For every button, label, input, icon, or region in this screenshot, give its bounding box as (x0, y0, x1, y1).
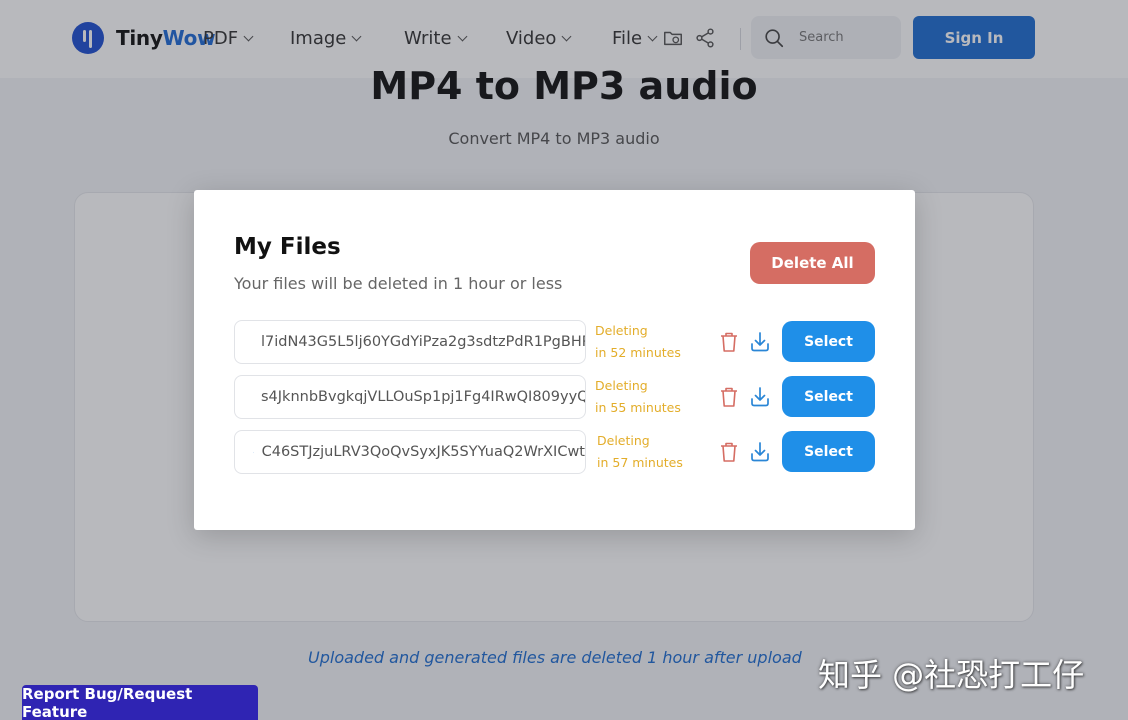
file-name: s4JknnbBvgkqjVLLOuSp1pj1Fg4IRwQI809yyQ5 (261, 389, 586, 405)
select-button[interactable]: Select (782, 321, 875, 362)
download-icon[interactable] (749, 441, 771, 463)
download-icon[interactable] (749, 331, 771, 353)
select-button[interactable]: Select (782, 376, 875, 417)
modal-subtitle: Your files will be deleted in 1 hour or … (234, 274, 563, 293)
report-bug-button[interactable]: Report Bug/Request Feature (22, 685, 258, 720)
file-name: C46STJzjuLRV3QoQvSyxJK5SYYuaQ2WrXICwt (261, 444, 585, 460)
watermark: 知乎 @社恐打工仔 (818, 656, 1085, 694)
file-name-box: C46STJzjuLRV3QoQvSyxJK5SYYuaQ2WrXICwt (234, 430, 586, 474)
trash-icon[interactable] (719, 441, 739, 463)
file-row: s4JknnbBvgkqjVLLOuSp1pj1Fg4IRwQI809yyQ5 … (234, 375, 875, 419)
trash-icon[interactable] (719, 331, 739, 353)
modal-title: My Files (234, 234, 341, 260)
select-button[interactable]: Select (782, 431, 875, 472)
deletion-status: Deleting in 55 minutes (595, 378, 681, 415)
file-row: C46STJzjuLRV3QoQvSyxJK5SYYuaQ2WrXICwt De… (234, 430, 875, 474)
my-files-modal: My Files Your files will be deleted in 1… (194, 190, 915, 530)
document-icon (253, 451, 254, 453)
download-icon[interactable] (749, 386, 771, 408)
file-row: l7idN43G5L5lj60YGdYiPza2g3sdtzPdR1PgBHRG… (234, 320, 875, 364)
delete-all-button[interactable]: Delete All (750, 242, 875, 284)
trash-icon[interactable] (719, 386, 739, 408)
file-name-box: s4JknnbBvgkqjVLLOuSp1pj1Fg4IRwQI809yyQ5 (234, 375, 586, 419)
deletion-status: Deleting in 52 minutes (595, 323, 681, 360)
deletion-status: Deleting in 57 minutes (597, 433, 683, 470)
file-name: l7idN43G5L5lj60YGdYiPza2g3sdtzPdR1PgBHRG (261, 334, 586, 350)
file-name-box: l7idN43G5L5lj60YGdYiPza2g3sdtzPdR1PgBHRG (234, 320, 586, 364)
